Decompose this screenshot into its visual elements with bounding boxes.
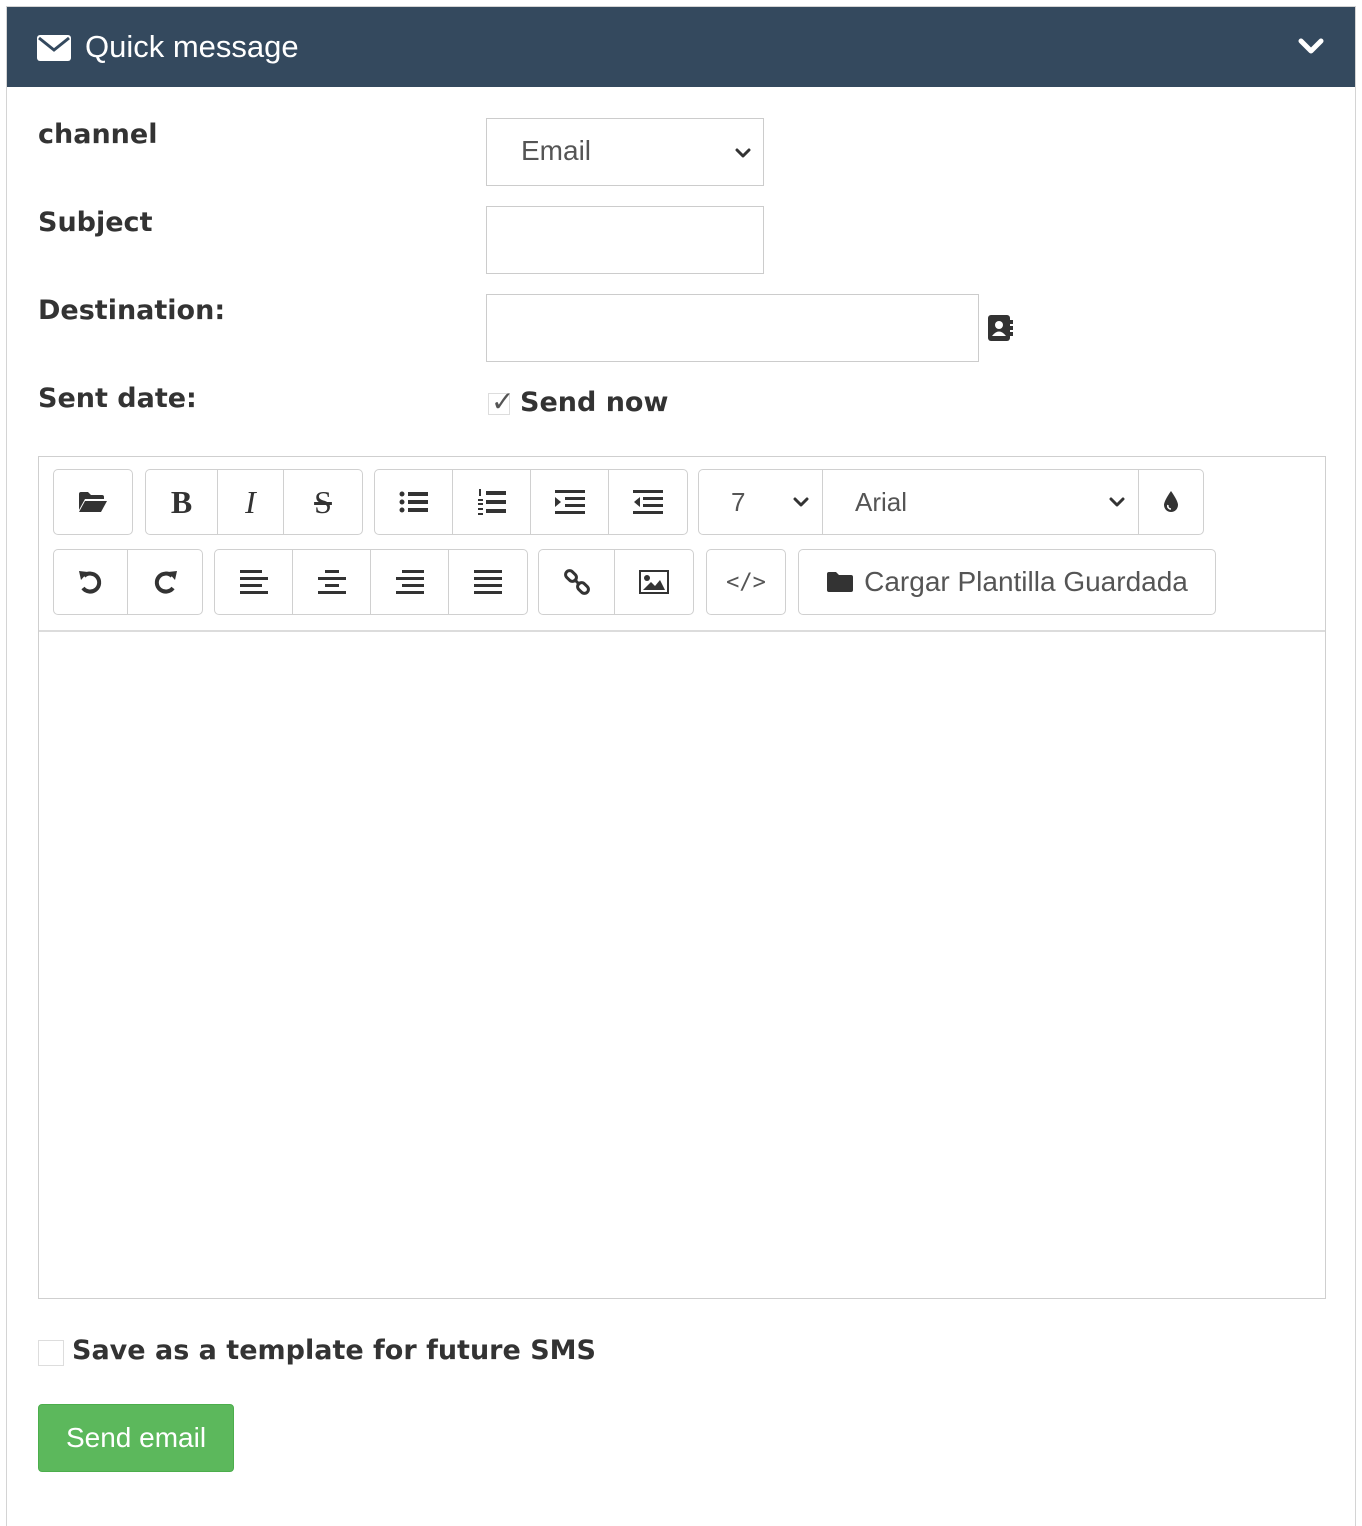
chevron-down-icon[interactable]: [1297, 35, 1325, 59]
align-left-button[interactable]: [215, 550, 293, 614]
link-button[interactable]: [539, 550, 615, 614]
bold-button[interactable]: B: [146, 470, 218, 534]
subject-input[interactable]: [486, 206, 764, 274]
save-template-checkbox[interactable]: [38, 1340, 64, 1366]
strikethrough-icon: S: [314, 483, 332, 520]
chevron-down-icon: [735, 148, 751, 158]
chevron-down-icon: [793, 497, 809, 507]
destination-label: Destination:: [38, 295, 226, 326]
font-family-select[interactable]: Arial: [823, 470, 1139, 534]
load-template-label: Cargar Plantilla Guardada: [864, 566, 1188, 597]
align-justify-button[interactable]: [449, 550, 527, 614]
envelope-icon: [37, 35, 71, 61]
insert-group: [538, 549, 694, 615]
subject-label: Subject: [38, 207, 153, 238]
align-center-icon: [317, 570, 346, 594]
align-center-button[interactable]: [293, 550, 371, 614]
redo-button[interactable]: [128, 550, 202, 614]
align-right-button[interactable]: [371, 550, 449, 614]
format-group: B I S: [145, 469, 363, 535]
align-group: [214, 549, 528, 615]
font-group: 7 Arial: [698, 469, 1204, 535]
destination-input[interactable]: [486, 294, 979, 362]
bullet-list-icon: [399, 491, 428, 513]
sent-date-label: Sent date:: [38, 383, 197, 414]
image-button[interactable]: [615, 550, 693, 614]
panel-title: Quick message: [85, 29, 299, 64]
outdent-button[interactable]: [609, 470, 687, 534]
code-icon: </>: [726, 569, 766, 595]
code-group: </>: [706, 549, 786, 615]
history-group: [53, 549, 203, 615]
send-email-button[interactable]: Send email: [38, 1404, 234, 1472]
open-file-button[interactable]: [54, 470, 132, 534]
editor-content[interactable]: [39, 632, 1325, 1298]
bold-icon: B: [170, 483, 193, 520]
channel-select[interactable]: Email: [486, 118, 764, 186]
rich-text-editor: B I S 7 Arial </> Cargar Plantilla Guard…: [38, 456, 1326, 1299]
italic-button[interactable]: I: [218, 470, 284, 534]
outdent-icon: [633, 490, 663, 514]
align-right-icon: [395, 570, 424, 594]
indent-icon: [554, 490, 585, 514]
check-icon: ✓: [491, 386, 515, 417]
send-now-label: Send now: [520, 387, 669, 418]
indent-button[interactable]: [531, 470, 609, 534]
link-icon: [563, 569, 590, 595]
align-left-icon: [239, 570, 268, 594]
load-template-button[interactable]: Cargar Plantilla Guardada: [799, 550, 1215, 614]
quick-message-panel: Quick message channel Email Subject Dest…: [6, 6, 1356, 1526]
template-group: Cargar Plantilla Guardada: [798, 549, 1216, 615]
image-icon: [639, 570, 669, 594]
strikethrough-button[interactable]: S: [284, 470, 362, 534]
code-view-button[interactable]: </>: [707, 550, 785, 614]
save-template-label: Save as a template for future SMS: [72, 1335, 596, 1366]
undo-icon: [78, 571, 101, 594]
editor-toolbar: B I S 7 Arial </> Cargar Plantilla Guard…: [39, 457, 1325, 632]
bullet-list-button[interactable]: [375, 470, 453, 534]
numbered-list-button[interactable]: [453, 470, 531, 534]
italic-icon: I: [245, 483, 256, 520]
text-color-button[interactable]: [1139, 470, 1203, 534]
font-family-value: Arial: [855, 486, 908, 517]
panel-header[interactable]: Quick message: [7, 7, 1355, 87]
align-justify-icon: [474, 570, 502, 594]
channel-select-value: Email: [521, 135, 592, 166]
undo-button[interactable]: [54, 550, 128, 614]
file-group: [53, 469, 133, 535]
send-now-checkbox[interactable]: ✓: [488, 388, 514, 416]
channel-label: channel: [38, 119, 158, 150]
list-group: [374, 469, 688, 535]
chevron-down-icon: [1109, 497, 1125, 507]
color-icon: [1164, 491, 1178, 512]
folder-icon: [827, 572, 854, 592]
font-size-value: 7: [731, 486, 746, 517]
numbered-list-icon: [477, 489, 506, 515]
address-book-icon[interactable]: [987, 314, 1013, 342]
redo-icon: [154, 571, 177, 594]
font-size-select[interactable]: 7: [699, 470, 823, 534]
folder-open-icon: [79, 492, 107, 512]
